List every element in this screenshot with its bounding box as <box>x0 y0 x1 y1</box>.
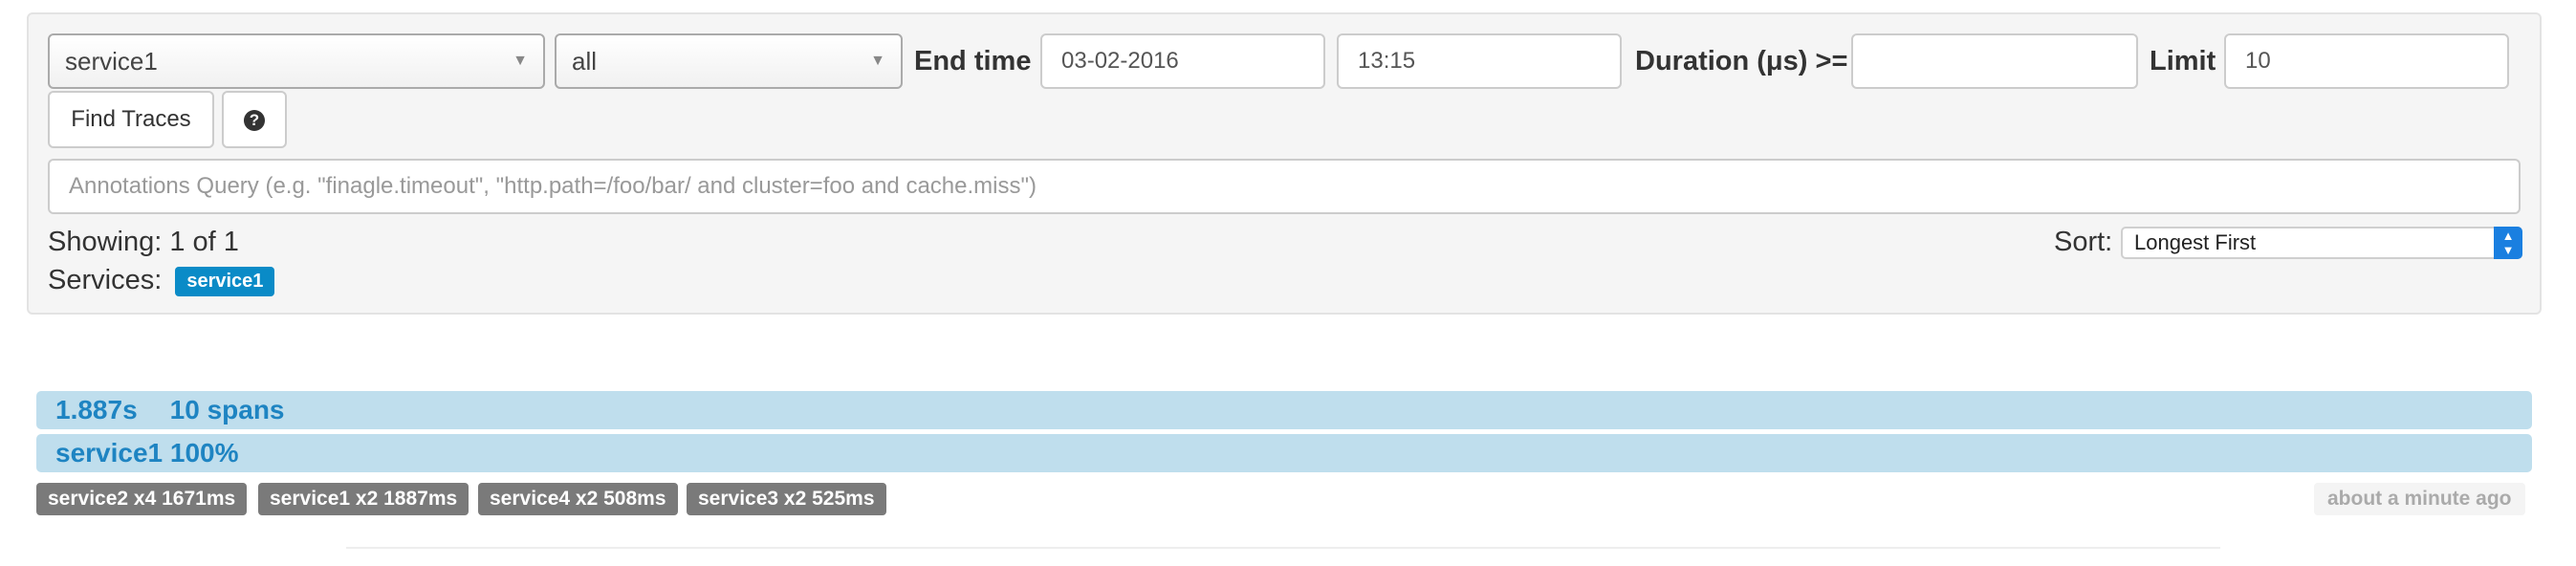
duration-input[interactable] <box>1851 33 2138 89</box>
services-label: Services: <box>48 265 163 295</box>
end-time-input[interactable] <box>1337 33 1622 89</box>
divider <box>346 547 2220 549</box>
caret-down-icon: ▼ <box>513 53 528 69</box>
help-button[interactable]: ? <box>222 91 287 148</box>
up-down-arrows-icon: ▲ ▼ <box>2494 227 2522 259</box>
span-select-value: all <box>572 47 598 76</box>
service-duration-label: service3 x2 525ms <box>687 483 886 515</box>
trace-timestamp: about a minute ago <box>2314 483 2525 515</box>
showing-count: Showing: 1 of 1 <box>48 227 239 257</box>
service-select-value: service1 <box>65 47 158 76</box>
trace-span-count: 10 spans <box>169 395 285 424</box>
service-duration-label: service2 x4 1671ms <box>36 483 248 515</box>
sort-select[interactable]: Longest First ▲ ▼ <box>2121 227 2522 259</box>
service-tag[interactable]: service1 <box>175 266 275 296</box>
span-select[interactable]: all ▼ <box>555 33 903 89</box>
service-duration-label: service1 x2 1887ms <box>258 483 469 515</box>
trace-service-bar[interactable]: service1 100% <box>36 434 2532 472</box>
caret-down-icon: ▼ <box>870 53 885 69</box>
sort-label: Sort: <box>2054 227 2113 257</box>
service-select[interactable]: service1 ▼ <box>48 33 545 89</box>
sort-select-value: Longest First <box>2134 230 2257 254</box>
end-time-label: End time <box>914 46 1032 76</box>
annotations-query-input[interactable] <box>48 159 2521 214</box>
duration-label: Duration (μs) >= <box>1635 46 1848 76</box>
question-circle-icon: ? <box>244 109 265 131</box>
search-panel: service1 ▼ all ▼ End time Duration (μs) … <box>27 12 2542 315</box>
end-date-input[interactable] <box>1040 33 1325 89</box>
limit-label: Limit <box>2150 46 2216 76</box>
find-traces-label: Find Traces <box>71 106 191 132</box>
trace-service-percent: service1 100% <box>55 438 239 468</box>
service-duration-label: service4 x2 508ms <box>478 483 678 515</box>
limit-input[interactable] <box>2224 33 2509 89</box>
services-row: Services: service1 <box>48 265 275 296</box>
trace-duration: 1.887s <box>55 395 138 424</box>
find-traces-button[interactable]: Find Traces <box>48 91 214 148</box>
trace-summary-bar[interactable]: 1.887s 10 spans <box>36 391 2532 429</box>
